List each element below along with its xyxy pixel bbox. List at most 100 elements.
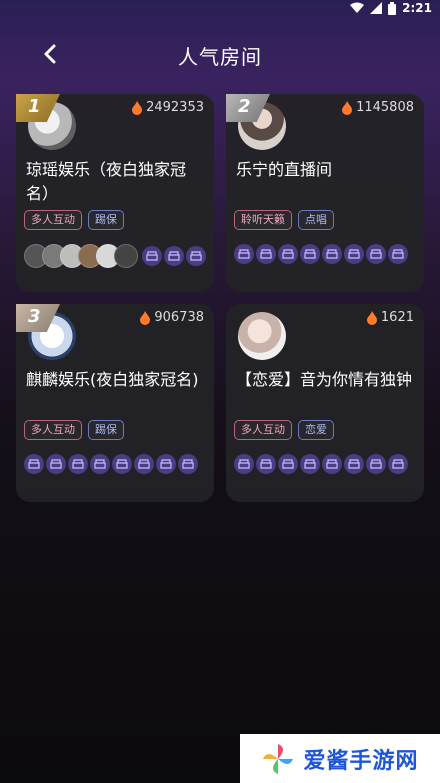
flame-icon: [366, 310, 377, 325]
sofa-icon: [146, 251, 158, 261]
tag: 踢保: [88, 420, 124, 440]
sofa-icon: [348, 249, 360, 259]
room-avatar: 3: [16, 304, 76, 360]
sofa-icon: [304, 459, 316, 469]
tag: 多人互动: [24, 420, 82, 440]
empty-seat: [322, 244, 342, 264]
sofa-icon: [138, 459, 150, 469]
room-avatar: 1: [16, 94, 76, 150]
room-tags: 多人互动 恋爱: [234, 420, 334, 440]
empty-seat: [46, 454, 66, 474]
room-card[interactable]: 2 1145808 乐宁的直播间 聆听天籁 点唱: [226, 94, 424, 292]
pinwheel-logo-icon: [263, 743, 294, 774]
empty-seat: [156, 454, 176, 474]
sofa-icon: [282, 249, 294, 259]
room-name: 琼瑶娱乐（夜白独家冠名）: [26, 160, 187, 203]
empty-seat: [366, 454, 386, 474]
heat-value: 1145808: [356, 100, 414, 115]
heat-count: 1145808: [342, 100, 414, 115]
empty-seat: [278, 244, 298, 264]
heat-count: 1621: [366, 310, 414, 325]
sofa-icon: [260, 459, 272, 469]
sofa-icon: [370, 459, 382, 469]
empty-seat: [388, 454, 408, 474]
page-title: 人气房间: [178, 45, 262, 69]
room-name: 麒麟娱乐(夜白独家冠名): [26, 370, 199, 389]
sofa-icon: [168, 251, 180, 261]
sofa-icon: [282, 459, 294, 469]
header: 人气房间: [0, 34, 440, 74]
sofa-icon: [28, 459, 40, 469]
watermark-text: 爱酱手游网: [303, 748, 419, 774]
empty-seat: [134, 454, 154, 474]
empty-seat: [388, 244, 408, 264]
empty-seat: [68, 454, 88, 474]
empty-seat: [234, 244, 254, 264]
room-tags: 聆听天籁 点唱: [234, 210, 334, 230]
flame-icon: [140, 310, 151, 325]
empty-seat: [300, 454, 320, 474]
sofa-icon: [190, 251, 202, 261]
sofa-icon: [392, 249, 404, 259]
seat-row: [24, 454, 200, 474]
sofa-icon: [260, 249, 272, 259]
room-name: 【恋爱】音为你情有独钟: [236, 370, 413, 389]
sofa-icon: [182, 459, 194, 469]
flame-icon: [342, 100, 353, 115]
empty-seat: [278, 454, 298, 474]
status-time: 2:21: [402, 1, 432, 15]
tag: 点唱: [298, 210, 334, 230]
heat-value: 1621: [380, 310, 414, 325]
empty-seat: [112, 454, 132, 474]
room-card[interactable]: 3 906738 麒麟娱乐(夜白独家冠名) 多人互动 踢保: [16, 304, 214, 502]
sofa-icon: [160, 459, 172, 469]
sofa-icon: [94, 459, 106, 469]
empty-seat: [24, 454, 44, 474]
room-card[interactable]: 1621 【恋爱】音为你情有独钟 多人互动 恋爱: [226, 304, 424, 502]
flame-icon: [132, 100, 143, 115]
room-avatar: 2: [226, 94, 286, 150]
status-bar: 2:21: [0, 0, 440, 18]
sofa-icon: [50, 459, 62, 469]
empty-seat: [344, 454, 364, 474]
empty-seat: [234, 454, 254, 474]
sofa-icon: [348, 459, 360, 469]
empty-seat: [256, 244, 276, 264]
tag: 多人互动: [234, 420, 292, 440]
heat-value: 2492353: [146, 100, 204, 115]
room-name: 乐宁的直播间: [236, 160, 333, 179]
empty-seat: [300, 244, 320, 264]
room-tags: 多人互动 踢保: [24, 420, 124, 440]
room-tags: 多人互动 踢保: [24, 210, 124, 230]
tag: 恋爱: [298, 420, 334, 440]
seat-row: [234, 454, 410, 474]
sofa-icon: [238, 459, 250, 469]
sofa-icon: [392, 459, 404, 469]
empty-seat: [90, 454, 110, 474]
heat-value: 906738: [154, 310, 204, 325]
tag: 多人互动: [24, 210, 82, 230]
empty-seat: [142, 246, 162, 266]
sofa-icon: [238, 249, 250, 259]
empty-seat: [178, 454, 198, 474]
member-avatar: [114, 244, 138, 268]
watermark: 爱酱手游网: [240, 734, 440, 783]
empty-seat: [322, 454, 342, 474]
seat-row: [234, 244, 410, 264]
room-card[interactable]: 1 2492353 琼瑶娱乐（夜白独家冠名） 多人互动 踢保: [16, 94, 214, 292]
sofa-icon: [116, 459, 128, 469]
tag: 踢保: [88, 210, 124, 230]
sofa-icon: [72, 459, 84, 469]
avatar: [238, 312, 286, 360]
signal-icon: [370, 2, 383, 14]
empty-seat: [366, 244, 386, 264]
wifi-icon: [350, 2, 365, 13]
empty-seat: [186, 246, 206, 266]
empty-seat: [344, 244, 364, 264]
sofa-icon: [370, 249, 382, 259]
room-avatar: [238, 312, 286, 360]
sofa-icon: [326, 249, 338, 259]
empty-seat: [256, 454, 276, 474]
seat-row: [24, 244, 208, 268]
sofa-icon: [304, 249, 316, 259]
